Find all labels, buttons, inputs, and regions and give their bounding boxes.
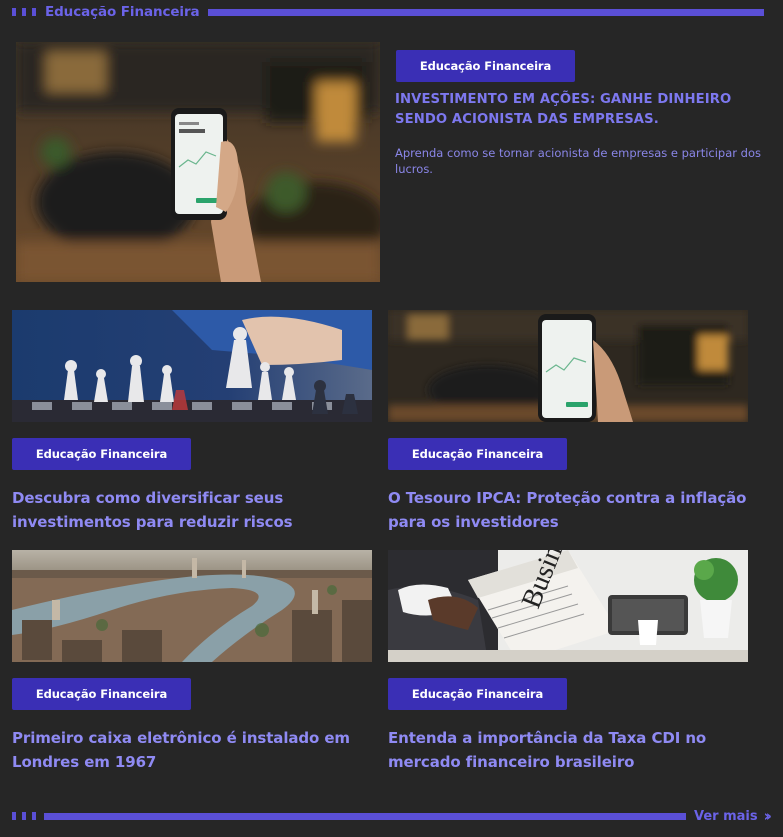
card-title[interactable]: Primeiro caixa eletrônico é instalado em… — [12, 726, 382, 774]
see-more-link[interactable]: Ver mais ›› — [694, 807, 773, 825]
card-title[interactable]: O Tesouro IPCA: Proteção contra a inflaç… — [388, 486, 758, 534]
card-image-london[interactable] — [12, 550, 372, 662]
card-image-newspaper[interactable]: Business — [388, 550, 748, 662]
footer-ticks — [12, 812, 36, 820]
card-image-chess[interactable] — [12, 310, 372, 422]
featured-description: Aprenda como se tornar acionista de empr… — [395, 146, 761, 176]
featured-category-badge[interactable]: Educação Financeira — [396, 50, 575, 82]
featured-title[interactable]: INVESTIMENTO EM AÇÕES: GANHE DINHEIRO SE… — [395, 90, 765, 130]
double-chevron-right-icon: ›› — [763, 807, 773, 825]
header-ticks — [12, 8, 36, 16]
section-header: Educação Financeira — [12, 4, 764, 20]
section-footer: Ver mais ›› — [12, 807, 773, 825]
header-divider — [207, 8, 764, 16]
section-title: Educação Financeira — [45, 4, 200, 20]
footer-divider — [44, 812, 686, 820]
see-more-label: Ver mais — [694, 808, 758, 824]
card-category-badge[interactable]: Educação Financeira — [12, 678, 191, 710]
card-category-badge[interactable]: Educação Financeira — [388, 678, 567, 710]
card-title[interactable]: Descubra como diversificar seus investim… — [12, 486, 382, 534]
card-image-phone[interactable] — [388, 310, 748, 422]
card-category-badge[interactable]: Educação Financeira — [12, 438, 191, 470]
card-title[interactable]: Entenda a importância da Taxa CDI no mer… — [388, 726, 758, 774]
featured-image[interactable] — [16, 42, 380, 282]
card-category-badge[interactable]: Educação Financeira — [388, 438, 567, 470]
